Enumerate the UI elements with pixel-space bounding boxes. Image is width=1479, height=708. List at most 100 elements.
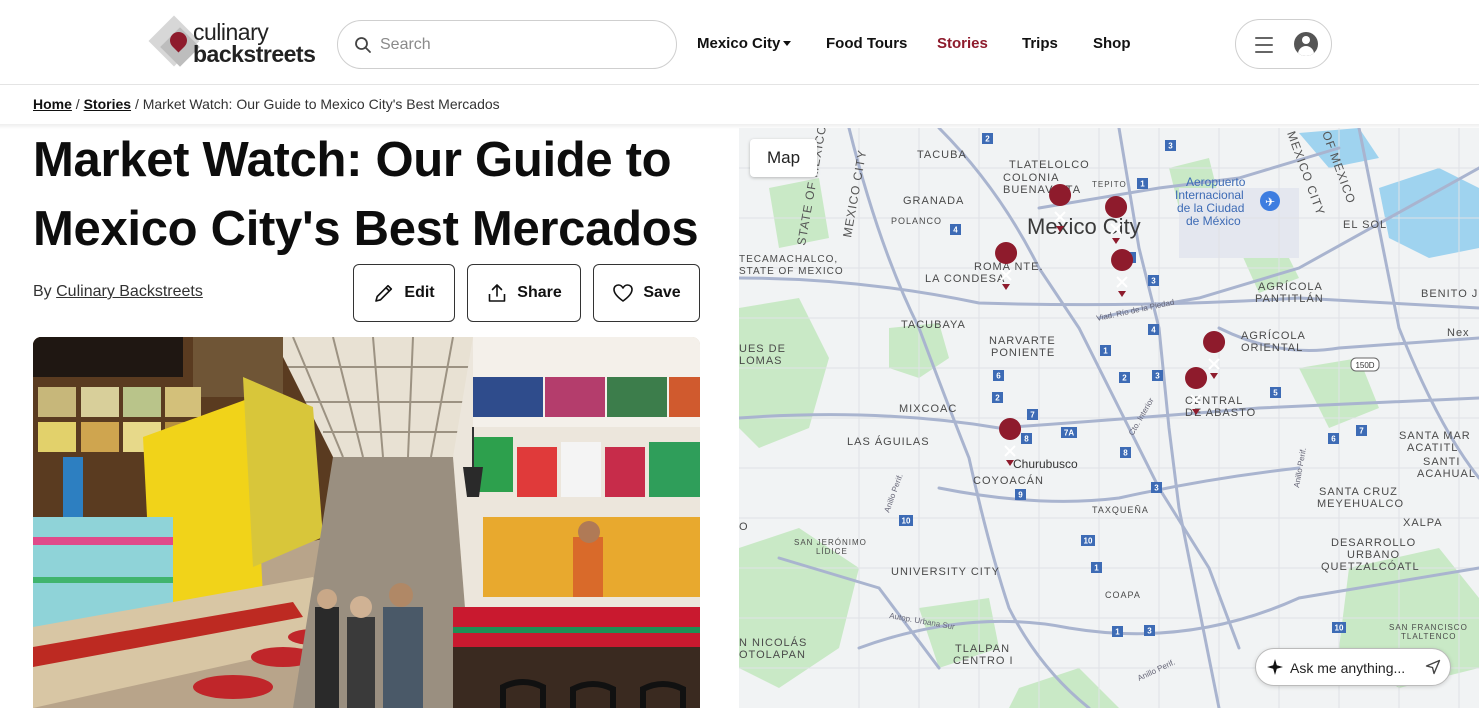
svg-text:de México: de México (1186, 214, 1241, 228)
edit-button[interactable]: Edit (353, 264, 455, 322)
svg-text:STATE OF MEXICO: STATE OF MEXICO (739, 266, 844, 277)
svg-text:LOMAS: LOMAS (739, 355, 783, 367)
svg-text:MEYEHUALCO: MEYEHUALCO (1317, 498, 1404, 510)
svg-text:CENTRO I: CENTRO I (953, 655, 1014, 667)
edit-button-label: Edit (404, 284, 435, 301)
svg-text:7A: 7A (1064, 429, 1074, 438)
share-button-label: Share (517, 284, 562, 301)
site-logo[interactable]: culinary backstreets (148, 15, 323, 73)
nav-mexico-city[interactable]: Mexico City (697, 35, 792, 52)
svg-text:UES DE: UES DE (739, 343, 786, 355)
save-button[interactable]: Save (593, 264, 700, 322)
svg-text:COYOACÁN: COYOACÁN (973, 474, 1044, 487)
svg-text:LA CONDESA: LA CONDESA (925, 273, 1005, 285)
hero-image-market-interior (33, 337, 700, 708)
svg-text:NARVARTE: NARVARTE (989, 335, 1056, 347)
logo-text-line2: backstreets (193, 41, 316, 67)
byline-label: By (33, 283, 52, 300)
user-menu-button[interactable] (1235, 19, 1332, 69)
svg-text:SANTA CRUZ: SANTA CRUZ (1319, 486, 1398, 498)
breadcrumb-stories[interactable]: Stories (84, 96, 131, 112)
svg-text:4: 4 (1151, 326, 1156, 335)
nav-shop[interactable]: Shop (1093, 35, 1131, 52)
svg-text:3: 3 (1151, 277, 1156, 286)
svg-text:1: 1 (1115, 628, 1120, 637)
svg-text:8: 8 (1123, 449, 1128, 458)
sparkle-icon (1267, 659, 1283, 675)
svg-text:9: 9 (1018, 491, 1023, 500)
nav-stories[interactable]: Stories (937, 35, 988, 52)
breadcrumb-separator: / (75, 96, 80, 112)
svg-text:2: 2 (995, 394, 1000, 403)
svg-text:TLATELOLCO: TLATELOLCO (1009, 159, 1090, 171)
svg-text:3: 3 (1155, 372, 1160, 381)
breadcrumb: Home / Stories / Market Watch: Our Guide… (33, 96, 500, 112)
svg-text:EL SOL: EL SOL (1343, 219, 1387, 231)
pencil-icon (375, 284, 393, 302)
svg-text:UNIVERSITY CITY: UNIVERSITY CITY (891, 566, 1000, 578)
market-illustration (33, 337, 700, 708)
breadcrumb-home[interactable]: Home (33, 96, 72, 112)
svg-text:6: 6 (996, 372, 1001, 381)
svg-text:4: 4 (953, 226, 958, 235)
svg-text:N NICOLÁS: N NICOLÁS (739, 636, 807, 649)
svg-text:BENITO JUÁ: BENITO JUÁ (1421, 287, 1479, 300)
svg-text:URBANO: URBANO (1347, 549, 1400, 561)
svg-text:10: 10 (902, 517, 911, 526)
svg-text:QUETZALCÓATL: QUETZALCÓATL (1321, 560, 1420, 573)
search-input[interactable] (380, 33, 660, 57)
svg-text:3: 3 (1154, 484, 1159, 493)
svg-text:TAXQUEÑA: TAXQUEÑA (1092, 505, 1149, 515)
svg-text:TACUBAYA: TACUBAYA (901, 319, 966, 331)
map-label: Map (750, 139, 817, 177)
svg-text:1: 1 (1140, 180, 1145, 189)
svg-text:5: 5 (1273, 389, 1278, 398)
author-link[interactable]: Culinary Backstreets (56, 283, 203, 300)
svg-text:ACATITL: ACATITL (1407, 442, 1458, 454)
svg-text:GRANADA: GRANADA (903, 195, 964, 207)
share-button[interactable]: Share (467, 264, 581, 322)
svg-text:7: 7 (1030, 411, 1035, 420)
nav-food-tours[interactable]: Food Tours (826, 35, 907, 52)
svg-text:AGRÍCOLA: AGRÍCOLA (1241, 329, 1306, 342)
svg-text:COLONIA: COLONIA (1003, 172, 1060, 184)
svg-text:10: 10 (1335, 624, 1344, 633)
search-icon (355, 37, 371, 53)
svg-text:TLALPAN: TLALPAN (955, 643, 1010, 655)
svg-text:O: O (739, 521, 749, 533)
send-icon[interactable] (1425, 659, 1441, 675)
svg-text:Mexico City: Mexico City (1027, 214, 1141, 239)
search-box[interactable] (337, 20, 677, 69)
svg-text:OTOLAPAN: OTOLAPAN (739, 649, 806, 661)
svg-text:TACUBA: TACUBA (917, 149, 967, 161)
map-panel[interactable]: 2 3 4 1 3 4 1 2 3 6 2 7 7A 8 8 5 6 7 3 9… (739, 128, 1479, 708)
breadcrumb-separator: / (134, 96, 139, 112)
svg-text:Nex: Nex (1447, 327, 1470, 339)
svg-text:AGRÍCOLA: AGRÍCOLA (1258, 280, 1323, 293)
map-canvas[interactable]: 2 3 4 1 3 4 1 2 3 6 2 7 7A 8 8 5 6 7 3 9… (739, 128, 1479, 708)
svg-text:Aeropuerto: Aeropuerto (1186, 175, 1246, 189)
svg-text:SAN JERÓNIMO: SAN JERÓNIMO (794, 538, 867, 547)
svg-text:2: 2 (985, 135, 990, 144)
user-avatar-icon (1294, 32, 1318, 56)
ask-assistant-box[interactable]: Ask me anything... (1255, 648, 1451, 686)
save-button-label: Save (643, 284, 681, 301)
svg-text:10: 10 (1084, 537, 1093, 546)
nav-mexico-city-label: Mexico City (697, 35, 781, 52)
breadcrumb-current: Market Watch: Our Guide to Mexico City's… (142, 96, 500, 112)
nav-trips[interactable]: Trips (1022, 35, 1058, 52)
svg-text:3: 3 (1168, 142, 1173, 151)
svg-text:SANTA MAR: SANTA MAR (1399, 430, 1471, 442)
svg-text:Internacional: Internacional (1175, 188, 1244, 202)
svg-text:SANTI: SANTI (1423, 456, 1460, 468)
svg-text:1: 1 (1103, 347, 1108, 356)
heart-icon (613, 284, 634, 302)
svg-text:XALPA: XALPA (1403, 517, 1443, 529)
svg-text:ACAHUAL: ACAHUAL (1417, 468, 1476, 480)
svg-text:✈: ✈ (1265, 195, 1275, 209)
svg-text:Churubusco: Churubusco (1013, 457, 1078, 471)
svg-text:PONIENTE: PONIENTE (991, 347, 1055, 359)
svg-text:LÍDICE: LÍDICE (816, 547, 848, 556)
ask-input-placeholder[interactable]: Ask me anything... (1290, 660, 1405, 676)
byline: By Culinary Backstreets (33, 283, 203, 301)
